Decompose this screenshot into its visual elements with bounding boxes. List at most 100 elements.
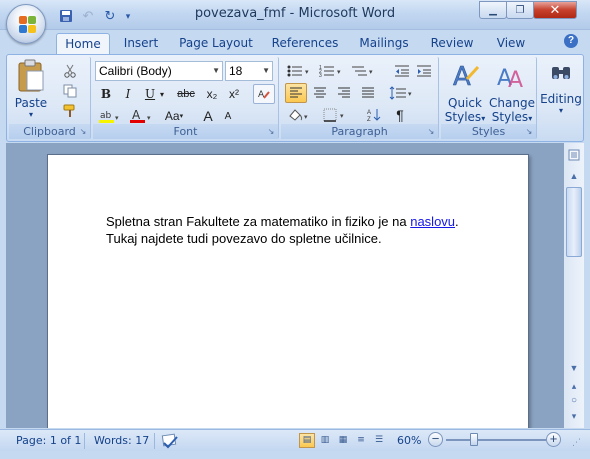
tab-review[interactable]: Review bbox=[426, 33, 478, 54]
font-size-combo[interactable]: 18 ▼ bbox=[225, 61, 273, 81]
scroll-thumb[interactable] bbox=[566, 187, 582, 257]
numbering-icon[interactable]: 1 2 3 ▾ bbox=[317, 61, 347, 81]
borders-icon[interactable]: ▾ bbox=[321, 105, 351, 125]
vertical-scrollbar[interactable]: ▲ ▼ ▴ ○ ▾ bbox=[564, 143, 584, 428]
document-page[interactable]: Spletna stran Fakultete za matematiko in… bbox=[47, 154, 529, 428]
tab-home[interactable]: Home bbox=[56, 33, 110, 55]
copy-icon[interactable] bbox=[59, 81, 81, 101]
zoom-slider-track[interactable] bbox=[446, 439, 546, 441]
restore-button[interactable]: ❐ bbox=[506, 1, 534, 19]
print-layout-view-icon[interactable]: ▤ bbox=[299, 433, 315, 448]
view-ruler-icon[interactable] bbox=[566, 149, 582, 163]
subscript-button[interactable]: x₂ bbox=[201, 84, 223, 104]
paragraph-launcher-icon[interactable]: ↘ bbox=[426, 127, 436, 137]
svg-text:▾: ▾ bbox=[115, 115, 119, 122]
word-count-status[interactable]: Words: 17 bbox=[94, 433, 149, 449]
superscript-button[interactable]: x² bbox=[223, 84, 245, 104]
proofing-icon[interactable] bbox=[160, 433, 182, 449]
line-spacing-icon[interactable]: ▾ bbox=[387, 83, 417, 103]
paragraph-line-1: Spletna stran Fakultete za matematiko in… bbox=[106, 213, 516, 230]
svg-text:Z: Z bbox=[367, 117, 371, 123]
shrink-font-button[interactable]: A bbox=[217, 106, 239, 126]
align-left-icon[interactable] bbox=[285, 83, 307, 103]
multilevel-list-icon[interactable]: ▾ bbox=[349, 61, 379, 81]
font-launcher-icon[interactable]: ↘ bbox=[266, 127, 276, 137]
paragraph-line-2: Tukaj najdete tudi povezavo do spletne u… bbox=[106, 231, 382, 246]
italic-button[interactable]: I bbox=[117, 84, 139, 104]
change-styles-label-1: Change bbox=[489, 96, 535, 110]
hyperlink-naslovu[interactable]: naslovu bbox=[410, 214, 455, 229]
svg-text:▾: ▾ bbox=[305, 69, 309, 76]
browse-object-icon[interactable]: ○ bbox=[566, 394, 582, 408]
clear-formatting-icon[interactable]: A bbox=[253, 84, 275, 104]
resize-grip-icon[interactable]: ⋰ bbox=[572, 437, 581, 448]
svg-text:A: A bbox=[132, 108, 141, 122]
minimize-button[interactable]: ▁ bbox=[479, 1, 507, 19]
bold-button[interactable]: B bbox=[95, 84, 117, 104]
sort-icon[interactable]: AZ bbox=[363, 105, 385, 125]
change-case-button[interactable]: Aa ▾ bbox=[159, 106, 189, 126]
align-right-icon[interactable] bbox=[333, 83, 355, 103]
paste-button[interactable]: Paste ▾ bbox=[13, 59, 49, 119]
editing-button[interactable]: Editing ▾ bbox=[539, 59, 583, 123]
change-case-dropdown-icon: ▾ bbox=[179, 113, 184, 120]
font-name-combo[interactable]: Calibri (Body) ▼ bbox=[95, 61, 223, 81]
save-icon[interactable] bbox=[56, 7, 76, 25]
strikethrough-button[interactable]: abc bbox=[173, 84, 199, 104]
bullets-icon[interactable]: ▾ bbox=[285, 61, 315, 81]
tab-page-layout[interactable]: Page Layout bbox=[178, 33, 254, 54]
font-size-value: 18 bbox=[229, 64, 243, 78]
change-styles-button[interactable]: AA Change Styles▾ bbox=[489, 59, 535, 124]
previous-page-icon[interactable]: ▴ bbox=[566, 379, 582, 393]
increase-indent-icon[interactable] bbox=[413, 61, 435, 81]
show-hide-marks-button[interactable]: ¶ bbox=[389, 105, 411, 125]
tab-references[interactable]: References bbox=[268, 33, 342, 54]
quick-styles-label-1: Quick bbox=[448, 96, 482, 110]
draft-view-icon[interactable]: ☰ bbox=[371, 433, 387, 448]
zoom-level[interactable]: 60% bbox=[397, 433, 421, 449]
undo-icon[interactable]: ↶ bbox=[78, 7, 98, 25]
web-layout-icon[interactable]: ▦ bbox=[335, 433, 351, 448]
svg-text:▾: ▾ bbox=[147, 115, 151, 122]
customize-qat-icon[interactable]: ▾ bbox=[122, 7, 134, 25]
help-icon[interactable]: ? bbox=[564, 34, 578, 48]
format-painter-icon[interactable] bbox=[59, 101, 81, 121]
clipboard-launcher-icon[interactable]: ↘ bbox=[78, 127, 88, 137]
zoom-out-button[interactable]: − bbox=[428, 432, 443, 447]
highlight-icon[interactable]: ab ▾ bbox=[95, 106, 123, 126]
full-screen-reading-icon[interactable]: ▥ bbox=[317, 433, 333, 448]
decrease-indent-icon[interactable] bbox=[391, 61, 413, 81]
zoom-in-button[interactable]: + bbox=[546, 432, 561, 447]
document-body[interactable]: Spletna stran Fakultete za matematiko in… bbox=[106, 213, 516, 247]
change-styles-label-2: Styles▾ bbox=[489, 110, 535, 124]
scroll-down-icon[interactable]: ▼ bbox=[566, 361, 582, 375]
redo-icon[interactable]: ↻ bbox=[100, 7, 120, 25]
paste-label: Paste bbox=[14, 96, 48, 110]
paste-dropdown-icon: ▾ bbox=[28, 110, 33, 119]
page-count-status[interactable]: Page: 1 of 1 bbox=[16, 433, 81, 449]
next-page-icon[interactable]: ▾ bbox=[566, 409, 582, 423]
cut-icon[interactable] bbox=[59, 61, 81, 81]
justify-icon[interactable] bbox=[357, 83, 379, 103]
underline-dropdown-icon[interactable]: ▾ bbox=[157, 84, 167, 104]
outline-view-icon[interactable]: ≡ bbox=[353, 433, 369, 448]
tab-insert[interactable]: Insert bbox=[116, 33, 166, 54]
tab-mailings[interactable]: Mailings bbox=[355, 33, 413, 54]
styles-launcher-icon[interactable]: ↘ bbox=[524, 127, 534, 137]
shading-icon[interactable]: ▾ bbox=[285, 105, 313, 125]
font-color-icon[interactable]: A ▾ bbox=[127, 106, 155, 126]
svg-text:▾: ▾ bbox=[340, 113, 344, 120]
font-size-dropdown-icon[interactable]: ▼ bbox=[262, 62, 270, 80]
close-button[interactable]: ✕ bbox=[533, 1, 577, 19]
office-button[interactable] bbox=[6, 4, 46, 44]
svg-text:A: A bbox=[508, 68, 523, 93]
editing-dropdown-icon: ▾ bbox=[558, 106, 563, 115]
zoom-slider-thumb[interactable] bbox=[470, 433, 478, 446]
binoculars-icon bbox=[552, 67, 570, 79]
quick-styles-button[interactable]: A Quick Styles▾ bbox=[443, 59, 487, 124]
grow-font-button[interactable]: A bbox=[197, 106, 219, 126]
align-center-icon[interactable] bbox=[309, 83, 331, 103]
tab-view[interactable]: View bbox=[490, 33, 532, 54]
scroll-up-icon[interactable]: ▲ bbox=[566, 169, 582, 183]
font-name-dropdown-icon[interactable]: ▼ bbox=[212, 62, 220, 80]
